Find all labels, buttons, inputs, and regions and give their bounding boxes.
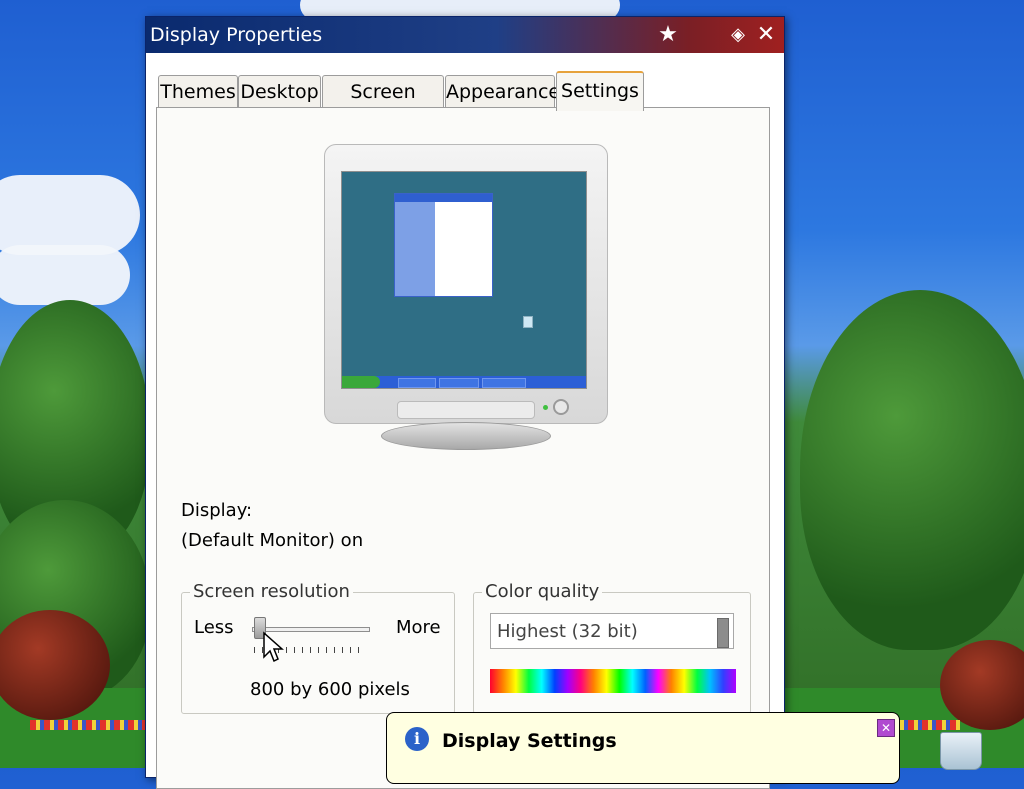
color-quality-title: Color quality xyxy=(482,581,603,602)
tab-settings[interactable]: Settings xyxy=(556,71,644,111)
mouse-pointer-icon xyxy=(263,631,284,663)
cloud xyxy=(0,245,130,305)
screen-resolution-title: Screen resolution xyxy=(190,581,353,602)
preview-recycle-bin-icon xyxy=(523,316,533,328)
power-button-icon xyxy=(553,399,569,415)
minimize-icon[interactable]: ◈ xyxy=(724,21,752,49)
tab-themes[interactable]: Themes xyxy=(158,75,238,108)
screen-resolution-group: Screen resolution Less More 800 by 600 p… xyxy=(181,581,455,714)
less-label: Less xyxy=(194,617,234,638)
color-quality-select[interactable]: Highest (32 bit) xyxy=(490,613,734,649)
more-label: More xyxy=(396,617,441,638)
tab-desktop[interactable]: Desktop xyxy=(238,75,321,108)
preview-task-button xyxy=(482,378,526,388)
monitor-bezel-panel xyxy=(397,401,535,419)
help-star-icon[interactable]: ★ xyxy=(654,21,682,49)
window-client-area: Themes Desktop Screen Saver Appearance S… xyxy=(146,53,784,789)
balloon-close-icon[interactable]: ✕ xyxy=(877,719,895,737)
balloon-title: Display Settings xyxy=(442,730,617,752)
display-value: (Default Monitor) on xyxy=(181,530,364,551)
window-title: Display Properties xyxy=(150,24,323,46)
color-quality-selected: Highest (32 bit) xyxy=(497,621,638,642)
preview-window-sidebar xyxy=(395,202,435,296)
settings-panel: Display: (Default Monitor) on Screen res… xyxy=(156,107,770,789)
preview-window xyxy=(394,193,493,297)
color-spectrum-bar xyxy=(490,669,736,693)
power-led-icon xyxy=(543,405,548,410)
preview-start-button xyxy=(342,376,380,388)
monitor-preview xyxy=(324,144,608,424)
close-icon[interactable]: ✕ xyxy=(752,21,780,49)
tree xyxy=(800,290,1024,650)
title-bar[interactable]: Display Properties ★ ◈ ✕ xyxy=(146,17,784,53)
monitor-stand xyxy=(381,422,551,450)
tab-appearance[interactable]: Appearance xyxy=(445,75,560,108)
preview-task-button xyxy=(439,378,479,388)
color-quality-group: Color quality Highest (32 bit) xyxy=(473,581,751,714)
display-properties-window: Display Properties ★ ◈ ✕ Themes Desktop … xyxy=(145,16,785,789)
preview-taskbar xyxy=(342,376,586,388)
preview-task-button xyxy=(398,378,436,388)
notification-balloon[interactable]: i Display Settings ✕ xyxy=(386,712,900,784)
tab-screen-saver[interactable]: Screen Saver xyxy=(322,75,444,135)
preview-window-titlebar xyxy=(395,194,492,202)
display-label: Display: xyxy=(181,500,253,521)
recycle-bin-icon[interactable] xyxy=(940,732,982,770)
dropdown-arrow-icon[interactable] xyxy=(717,618,729,648)
monitor-screen xyxy=(341,171,587,389)
info-icon: i xyxy=(405,727,429,751)
cloud xyxy=(0,175,140,255)
flower-bed xyxy=(30,720,145,730)
resolution-value: 800 by 600 pixels xyxy=(250,679,410,700)
